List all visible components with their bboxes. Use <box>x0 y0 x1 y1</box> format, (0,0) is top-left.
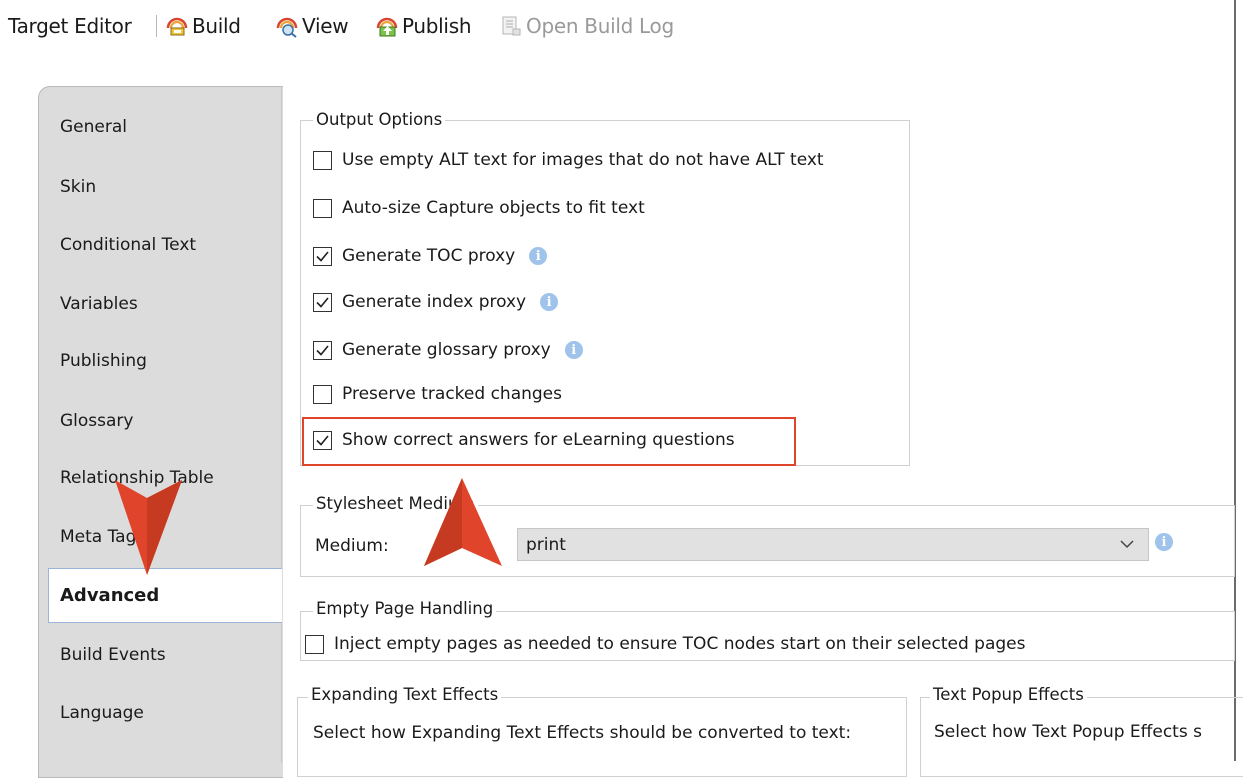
auto-size-capture-checkbox[interactable]: Auto-size Capture objects to fit text <box>313 198 645 218</box>
build-icon <box>165 14 189 38</box>
view-icon <box>275 14 299 38</box>
publish-button[interactable]: Publish <box>375 11 472 41</box>
tab-advanced[interactable]: Advanced <box>60 585 159 606</box>
text-popup-effects-description: Select how Text Popup Effects s <box>934 722 1202 742</box>
preserve-tracked-changes-checkbox[interactable]: Preserve tracked changes <box>313 384 562 404</box>
expanding-text-effects-legend: Expanding Text Effects <box>308 685 502 704</box>
tab-skin[interactable]: Skin <box>60 177 96 197</box>
generate-glossary-proxy-checkbox[interactable]: Generate glossary proxy i <box>313 340 583 360</box>
chevron-down-icon <box>1120 540 1134 549</box>
text-popup-effects-legend: Text Popup Effects <box>930 685 1087 704</box>
tab-build-events[interactable]: Build Events <box>60 645 166 665</box>
generate-index-proxy-checkbox[interactable]: Generate index proxy i <box>313 292 559 312</box>
checkbox-box[interactable] <box>313 246 332 266</box>
expanding-text-effects-description: Select how Expanding Text Effects should… <box>313 723 852 743</box>
checkbox-box[interactable] <box>313 150 332 170</box>
view-label: View <box>302 14 349 38</box>
tab-general[interactable]: General <box>60 117 127 137</box>
editor-title: Target Editor <box>8 14 132 38</box>
checkbox-box[interactable] <box>313 292 332 312</box>
checkbox-label: Preserve tracked changes <box>342 384 562 404</box>
content-divider <box>281 623 282 763</box>
down-arrow-callout <box>115 480 182 575</box>
generate-toc-proxy-checkbox[interactable]: Generate TOC proxy i <box>313 246 548 266</box>
checkbox-label: Generate glossary proxy <box>342 340 551 360</box>
build-button[interactable]: Build <box>165 11 241 41</box>
build-label: Build <box>192 14 241 38</box>
checkbox-label: Generate index proxy <box>342 292 527 312</box>
open-build-log-label: Open Build Log <box>526 14 674 38</box>
checkmark-icon <box>316 296 329 308</box>
up-arrow-callout <box>424 478 502 566</box>
tab-conditional-text[interactable]: Conditional Text <box>60 235 196 255</box>
info-icon[interactable]: i <box>564 341 583 359</box>
build-log-icon <box>499 14 523 38</box>
checkbox-label: Inject empty pages as needed to ensure T… <box>334 634 1026 654</box>
highlight-box <box>302 417 796 466</box>
info-icon[interactable]: i <box>529 247 548 265</box>
use-empty-alt-text-checkbox[interactable]: Use empty ALT text for images that do no… <box>313 150 824 170</box>
checkmark-icon <box>316 250 329 262</box>
checkbox-label: Generate TOC proxy <box>342 246 516 266</box>
output-options-legend: Output Options <box>313 110 446 129</box>
checkbox-label: Use empty ALT text for images that do no… <box>342 150 824 170</box>
publish-label: Publish <box>402 14 472 38</box>
inject-empty-pages-checkbox[interactable]: Inject empty pages as needed to ensure T… <box>305 634 1025 654</box>
tab-variables[interactable]: Variables <box>60 294 138 314</box>
view-button[interactable]: View <box>275 11 349 41</box>
medium-select-value: print <box>526 534 566 555</box>
publish-icon <box>375 14 399 38</box>
info-icon[interactable]: i <box>1155 533 1173 551</box>
tab-glossary[interactable]: Glossary <box>60 411 133 431</box>
toolbar-separator <box>156 15 157 37</box>
tab-language[interactable]: Language <box>60 703 144 723</box>
checkbox-label: Auto-size Capture objects to fit text <box>342 198 645 218</box>
checkbox-box[interactable] <box>313 384 332 404</box>
checkbox-box[interactable] <box>313 198 332 218</box>
open-build-log-button[interactable]: Open Build Log <box>499 11 674 41</box>
toolbar: Target Editor Build View Publish Open Bu… <box>0 0 1234 60</box>
checkmark-icon <box>316 344 329 356</box>
content-divider <box>281 86 282 568</box>
info-icon[interactable]: i <box>540 293 559 311</box>
checkbox-box[interactable] <box>305 634 324 654</box>
target-editor-window: Target Editor Build View Publish Open Bu… <box>0 0 1243 778</box>
tab-publishing[interactable]: Publishing <box>60 351 147 371</box>
medium-select[interactable]: print <box>517 528 1149 561</box>
empty-page-handling-legend: Empty Page Handling <box>313 599 497 618</box>
checkbox-box[interactable] <box>313 340 332 360</box>
medium-label: Medium: <box>315 536 389 556</box>
